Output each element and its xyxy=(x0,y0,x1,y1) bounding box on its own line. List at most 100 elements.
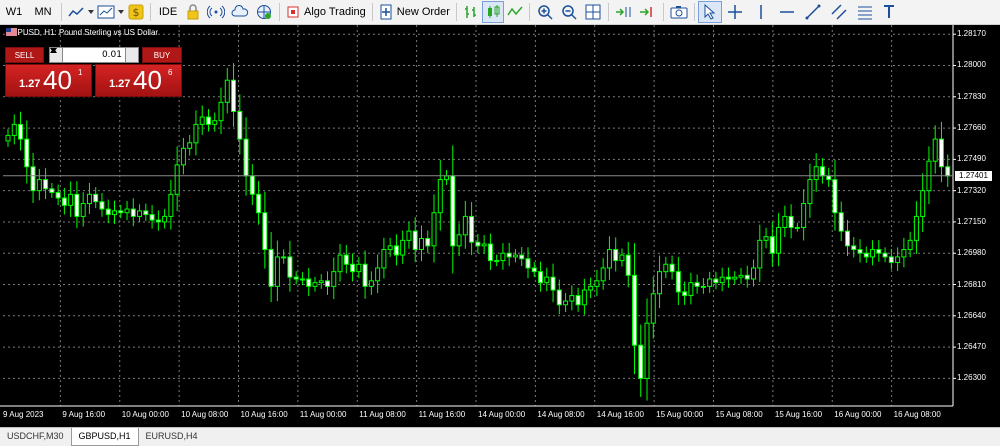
buy-price-big: 40 xyxy=(133,65,162,95)
lot-increase-button[interactable] xyxy=(50,48,138,62)
candle-body xyxy=(788,215,794,228)
lock-icon[interactable] xyxy=(182,1,204,23)
candle-body xyxy=(819,166,825,177)
candle-body xyxy=(337,254,343,273)
tab-eurusd-h4[interactable]: EURUSD,H4 xyxy=(139,428,205,446)
candle-body xyxy=(675,271,681,293)
algo-trading-button[interactable]: Algo Trading xyxy=(283,1,369,23)
candle-body xyxy=(832,179,838,214)
chart-title-text: GBPUSD, H1: Pound Sterling vs US Dollar xyxy=(6,28,159,37)
time-tick-label: 14 Aug 08:00 xyxy=(537,410,585,419)
candle-body xyxy=(594,280,600,287)
candle-body xyxy=(512,254,518,258)
bar-chart-icon[interactable] xyxy=(460,1,482,23)
zoom-in-icon[interactable] xyxy=(533,1,557,23)
new-order-button[interactable]: New Order xyxy=(376,1,453,23)
signal-icon[interactable] xyxy=(204,1,228,23)
fibonacci-icon[interactable] xyxy=(852,1,878,23)
candle-body xyxy=(212,120,218,125)
screenshot-camera-icon[interactable] xyxy=(667,1,691,23)
candle-body xyxy=(638,344,644,379)
candle-body xyxy=(487,243,493,262)
candle-body xyxy=(857,249,863,254)
candle-body xyxy=(694,282,700,287)
chart-type-line-icon[interactable] xyxy=(65,1,87,23)
candle-body xyxy=(331,271,337,287)
sell-price-button[interactable]: 1.27 40 1 xyxy=(5,64,92,97)
candle-body xyxy=(462,215,468,236)
time-tick-label: 9 Aug 2023 xyxy=(3,410,44,419)
channel-icon[interactable] xyxy=(826,1,852,23)
candle-body xyxy=(406,230,412,241)
line-chart-icon[interactable] xyxy=(504,1,526,23)
price-tick-label: 1.26640 xyxy=(957,310,986,320)
price-chart[interactable]: GBPUSD, H1: Pound Sterling vs US Dollar … xyxy=(0,25,1000,427)
auto-scroll-icon[interactable] xyxy=(612,1,636,23)
candle-body xyxy=(613,249,619,262)
tab-usdchf-m30[interactable]: USDCHF,M30 xyxy=(0,428,71,446)
horizontal-line-icon[interactable] xyxy=(774,1,800,23)
vertical-line-icon[interactable] xyxy=(748,1,774,23)
toolbar-separator xyxy=(607,3,609,21)
candle-body xyxy=(682,291,688,297)
cursor-arrow-icon[interactable] xyxy=(697,1,722,23)
algo-trading-label: Algo Trading xyxy=(304,6,366,18)
candle-body xyxy=(456,234,462,247)
price-tick-label: 1.27150 xyxy=(957,216,986,226)
crosshair-icon[interactable] xyxy=(722,1,748,23)
candle-body xyxy=(268,249,274,287)
buy-price-button[interactable]: 1.27 40 6 xyxy=(95,64,182,97)
candle-body xyxy=(80,203,86,217)
tile-windows-icon[interactable] xyxy=(581,1,605,23)
ide-button[interactable]: IDE xyxy=(154,1,182,23)
candle-body xyxy=(99,201,105,210)
chart-type-dropdown-icon[interactable] xyxy=(87,1,95,23)
candle-body xyxy=(362,263,368,287)
lot-size-value[interactable]: 0.01 xyxy=(63,50,125,60)
price-tick-label: 1.28170 xyxy=(957,29,986,39)
candle-body xyxy=(137,210,143,217)
candle-body xyxy=(876,249,882,254)
candle-body xyxy=(431,212,437,247)
candle-body xyxy=(112,210,118,216)
market-globe-icon[interactable] xyxy=(252,1,276,23)
text-label-icon[interactable] xyxy=(878,1,900,23)
chart-shift-icon[interactable] xyxy=(636,1,660,23)
candlestick-chart-icon[interactable] xyxy=(481,1,504,23)
candle-body xyxy=(425,238,431,247)
candle-body xyxy=(24,138,30,168)
candle-body xyxy=(118,210,124,214)
candle-body xyxy=(450,175,456,247)
candle-body xyxy=(657,271,663,295)
candle-body xyxy=(368,280,374,287)
time-tick-label: 11 Aug 08:00 xyxy=(359,410,406,419)
algo-trading-icon xyxy=(287,6,299,18)
time-tick-label: 15 Aug 16:00 xyxy=(774,410,823,419)
candle-body xyxy=(130,208,136,217)
vps-cloud-icon[interactable] xyxy=(228,1,252,23)
indicators-icon[interactable] xyxy=(95,1,117,23)
candle-body xyxy=(738,274,744,278)
lot-size-field[interactable]: 0.01 xyxy=(49,47,139,63)
flag-us-icon xyxy=(6,28,17,36)
indicators-dropdown-icon[interactable] xyxy=(117,1,125,23)
candle-body xyxy=(318,280,324,284)
buy-button[interactable]: BUY xyxy=(142,47,182,63)
time-tick-label: 16 Aug 00:00 xyxy=(834,410,882,419)
candle-body xyxy=(844,230,850,247)
period-mn-button[interactable]: MN xyxy=(28,1,58,23)
dollar-icon[interactable]: $ xyxy=(125,1,147,23)
candle-body xyxy=(68,193,74,206)
candle-body xyxy=(863,252,869,258)
sell-button[interactable]: SELL xyxy=(5,47,44,63)
candle-body xyxy=(606,249,612,269)
time-tick-label: 11 Aug 16:00 xyxy=(418,410,466,419)
candle-body xyxy=(588,285,594,291)
trendline-icon[interactable] xyxy=(800,1,826,23)
zoom-out-icon[interactable] xyxy=(557,1,581,23)
candle-body xyxy=(155,219,161,223)
tab-gbpusd-h1[interactable]: GBPUSD,H1 xyxy=(70,428,139,446)
candle-body xyxy=(744,274,750,280)
toolbar-separator xyxy=(371,3,373,21)
period-w1-button[interactable]: W1 xyxy=(0,1,28,23)
